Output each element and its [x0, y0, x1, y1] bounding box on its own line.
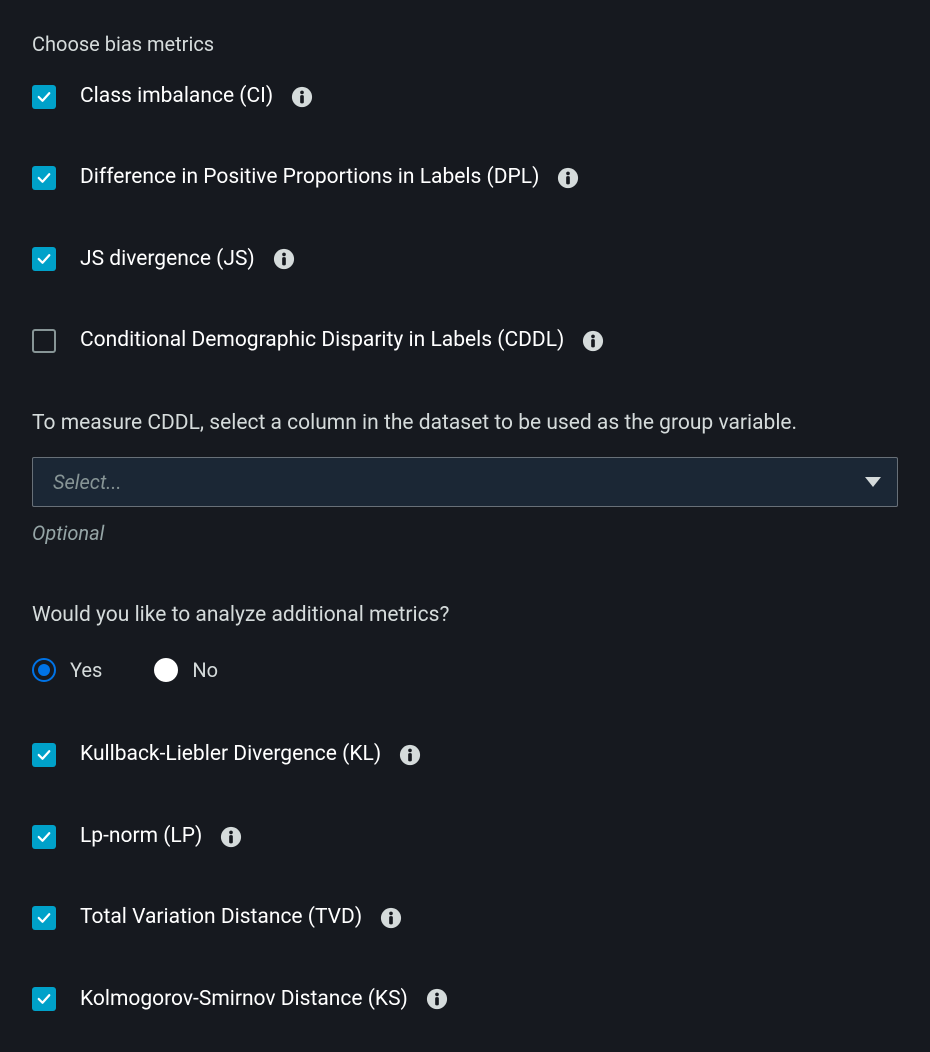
radio-no-label: No [192, 656, 218, 684]
radio-option-no[interactable]: No [154, 656, 218, 684]
radio-no[interactable] [154, 658, 178, 682]
info-icon[interactable] [426, 988, 448, 1010]
metric-row-js-divergence: JS divergence (JS) [32, 245, 898, 274]
metric-label-kl: Kullback-Liebler Divergence (KL) [80, 740, 381, 769]
section-title: Choose bias metrics [32, 30, 898, 58]
additional-question: Would you like to analyze additional met… [32, 601, 898, 630]
info-icon[interactable] [399, 744, 421, 766]
metric-row-kl: Kullback-Liebler Divergence (KL) [32, 740, 898, 769]
metric-label-tvd: Total Variation Distance (TVD) [80, 903, 362, 932]
metric-label-class-imbalance: Class imbalance (CI) [80, 82, 273, 111]
radio-yes[interactable] [32, 658, 56, 682]
info-icon[interactable] [582, 330, 604, 352]
info-icon[interactable] [380, 907, 402, 929]
metric-row-ks: Kolmogorov-Smirnov Distance (KS) [32, 985, 898, 1014]
info-icon[interactable] [220, 826, 242, 848]
checkbox-class-imbalance[interactable] [32, 85, 56, 109]
metric-label-dpl: Difference in Positive Proportions in La… [80, 163, 539, 192]
metric-row-tvd: Total Variation Distance (TVD) [32, 903, 898, 932]
optional-label: Optional [32, 519, 898, 547]
metric-label-cddl: Conditional Demographic Disparity in Lab… [80, 326, 564, 355]
checkbox-lp-norm[interactable] [32, 825, 56, 849]
checkbox-kl[interactable] [32, 743, 56, 767]
cddl-column-select[interactable]: Select... [32, 457, 898, 507]
radio-yes-label: Yes [70, 656, 102, 684]
select-placeholder: Select... [53, 468, 122, 496]
chevron-down-icon [865, 477, 881, 487]
metric-row-dpl: Difference in Positive Proportions in La… [32, 163, 898, 192]
checkbox-tvd[interactable] [32, 906, 56, 930]
checkbox-js-divergence[interactable] [32, 247, 56, 271]
metric-row-class-imbalance: Class imbalance (CI) [32, 82, 898, 111]
additional-radio-group: Yes No [32, 656, 898, 684]
checkbox-cddl[interactable] [32, 329, 56, 353]
checkbox-dpl[interactable] [32, 166, 56, 190]
info-icon[interactable] [291, 86, 313, 108]
metric-label-js-divergence: JS divergence (JS) [80, 245, 255, 274]
metric-label-ks: Kolmogorov-Smirnov Distance (KS) [80, 985, 408, 1014]
cddl-description: To measure CDDL, select a column in the … [32, 408, 898, 440]
info-icon[interactable] [557, 167, 579, 189]
radio-option-yes[interactable]: Yes [32, 656, 102, 684]
metric-row-lp-norm: Lp-norm (LP) [32, 822, 898, 851]
info-icon[interactable] [273, 248, 295, 270]
metric-row-cddl: Conditional Demographic Disparity in Lab… [32, 326, 898, 355]
checkbox-ks[interactable] [32, 987, 56, 1011]
metric-label-lp-norm: Lp-norm (LP) [80, 822, 202, 851]
